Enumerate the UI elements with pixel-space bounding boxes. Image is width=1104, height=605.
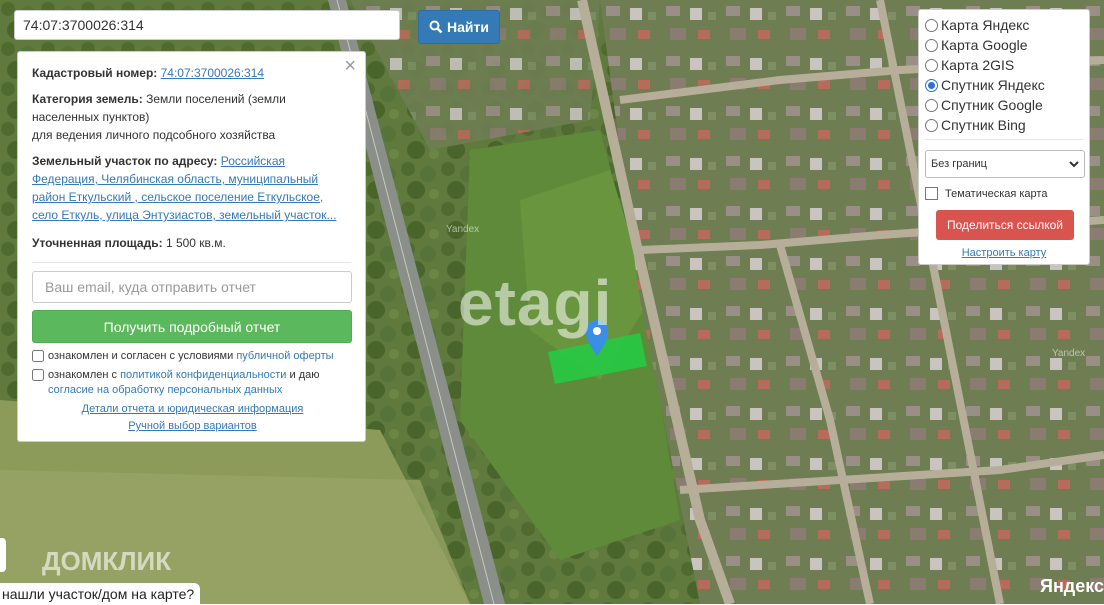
divider (32, 262, 351, 263)
get-report-button[interactable]: Получить подробный отчет (32, 310, 352, 343)
chevron-down-icon (1069, 160, 1079, 167)
divider (925, 139, 1083, 140)
radio-button[interactable] (925, 58, 938, 72)
radio-button[interactable] (925, 98, 938, 112)
configure-map-row: Настроить карту (925, 247, 1083, 259)
land-category-label: Категория земель: (32, 92, 143, 106)
layer-option-label: Карта Яндекс (941, 17, 1030, 33)
area-value: 1 500 кв.м. (165, 236, 226, 250)
address-label: Земельный участок по адресу: (32, 154, 218, 168)
consent-row: согласие на обработку персональных данны… (32, 383, 351, 398)
area-label: Уточненная площадь: (32, 236, 163, 250)
cadastral-number-label: Кадастровый номер: (32, 66, 158, 80)
manual-link-row: Ручной выбор вариантов (18, 420, 367, 432)
offer-text: ознакомлен и согласен с условиями (48, 350, 234, 362)
yandex-small-label-2: Yandex (1052, 348, 1086, 359)
found-parcel-bubble[interactable]: нашли участок/дом на карте? (0, 583, 201, 605)
find-button-label: Найти (447, 19, 489, 35)
personal-data-consent-link[interactable]: согласие на обработку персональных данны… (48, 384, 282, 396)
etagi-watermark: etagi (458, 267, 613, 339)
find-button[interactable]: Найти (418, 10, 500, 44)
layer-option[interactable]: Спутник Google (925, 95, 1083, 115)
public-offer-link[interactable]: публичной оферты (236, 350, 333, 362)
yandex-small-label: Yandex (446, 224, 480, 235)
area-row: Уточненная площадь: 1 500 кв.м. (32, 234, 351, 252)
cadastral-number-link[interactable]: 74:07:3700026:314 (161, 66, 264, 80)
borders-select-value: Без границ (931, 158, 987, 170)
close-icon[interactable]: × (344, 56, 356, 76)
privacy-agreement: ознакомлен с политикой конфиденциальност… (32, 368, 351, 383)
radio-button[interactable] (925, 18, 938, 32)
configure-map-link[interactable]: Настроить карту (962, 247, 1047, 259)
details-link-row: Детали отчета и юридическая информация (18, 403, 367, 415)
layer-option[interactable]: Спутник Яндекс (925, 75, 1083, 95)
thematic-map-toggle[interactable]: Тематическая карта (925, 187, 1083, 200)
cadastral-search-input[interactable] (14, 10, 400, 40)
map-layer-panel: Карта Яндекс Карта Google Карта 2GIS Спутни… (918, 9, 1090, 265)
privacy-checkbox[interactable] (32, 369, 44, 381)
layer-option[interactable]: Спутник Bing (925, 115, 1083, 135)
manual-selection-link[interactable]: Ручной выбор вариантов (128, 420, 256, 432)
radio-button[interactable] (925, 38, 938, 52)
layer-option-label: Карта Google (941, 37, 1028, 53)
search-icon (429, 20, 443, 34)
parcel-info-panel: × Кадастровый номер: 74:07:3700026:314 К… (17, 51, 366, 442)
share-link-button[interactable]: Поделиться ссылкой (936, 210, 1074, 240)
offer-agreement: ознакомлен и согласен с условиями публич… (32, 349, 351, 364)
side-tab[interactable] (0, 538, 6, 572)
radio-button[interactable] (925, 78, 938, 92)
privacy-text: ознакомлен с (48, 369, 118, 381)
layer-option[interactable]: Карта Google (925, 35, 1083, 55)
yandex-logo: Яндекс (1040, 576, 1104, 596)
layer-option[interactable]: Карта 2GIS (925, 55, 1083, 75)
cadastral-number-row: Кадастровый номер: 74:07:3700026:314 (32, 64, 351, 82)
land-usage-value: для ведения личного подсобного хозяйства (32, 128, 276, 142)
thematic-checkbox[interactable] (925, 187, 938, 200)
thematic-label: Тематическая карта (945, 187, 1048, 200)
land-category-row: Категория земель: Земли поселений (земли… (32, 90, 351, 144)
domclick-watermark: ДОМКЛИК (42, 546, 172, 576)
layer-option-label: Спутник Bing (941, 117, 1026, 133)
layer-option-label: Карта 2GIS (941, 57, 1015, 73)
offer-checkbox[interactable] (32, 350, 44, 362)
layer-option-label: Спутник Яндекс (941, 77, 1045, 93)
layer-option[interactable]: Карта Яндекс (925, 15, 1083, 35)
layer-options: Карта Яндекс Карта Google Карта 2GIS Спутни… (925, 15, 1083, 135)
layer-option-label: Спутник Google (941, 97, 1043, 113)
privacy-policy-link[interactable]: политикой конфиденциальности (120, 369, 286, 381)
email-field[interactable]: Ваш email, куда отправить отчет (32, 271, 352, 303)
privacy-tail: и даю (289, 369, 320, 381)
radio-button[interactable] (925, 118, 938, 132)
report-details-link[interactable]: Детали отчета и юридическая информация (82, 403, 304, 415)
address-row: Земельный участок по адресу: Российская … (32, 152, 351, 224)
borders-select[interactable]: Без границ (925, 150, 1085, 178)
